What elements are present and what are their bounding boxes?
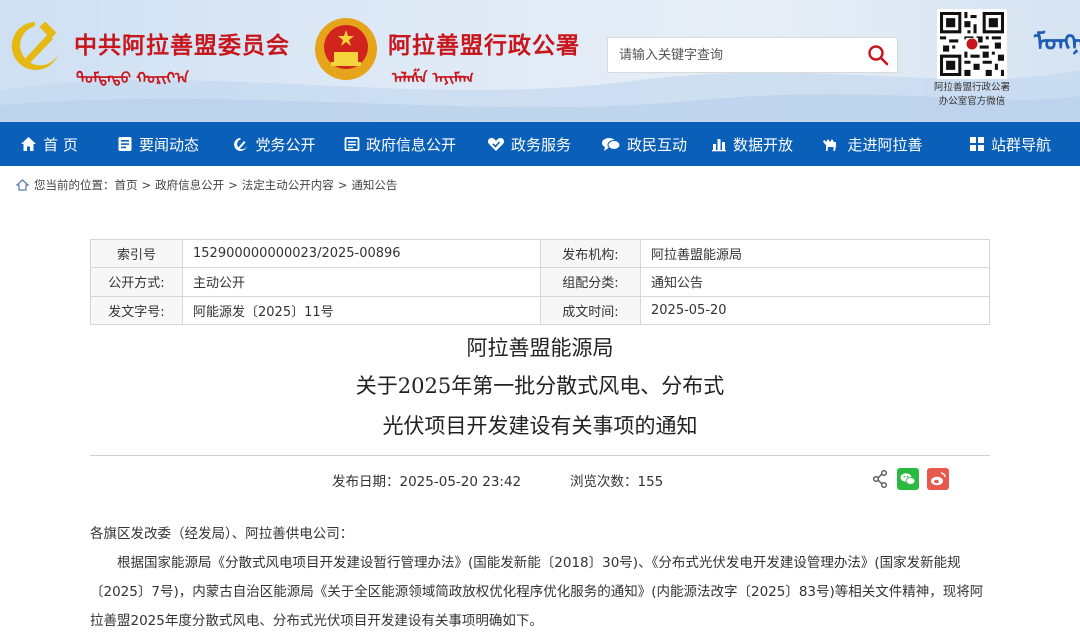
- article-title-line3: 光伏项目开发建设有关事项的通知: [382, 414, 698, 438]
- view-count-label: 浏览次数：: [570, 474, 638, 490]
- camel-icon: [823, 139, 837, 151]
- service-icon: [487, 138, 505, 151]
- publisher-value: 阿拉善盟能源局: [640, 238, 990, 269]
- nav-item-label: 站群导航: [990, 135, 1051, 154]
- nav-item-site-nav[interactable]: 站群导航: [940, 122, 1080, 166]
- weibo-share-button[interactable]: [927, 468, 949, 490]
- search-icon[interactable]: [867, 44, 889, 66]
- wechat-share-button[interactable]: [897, 468, 919, 490]
- breadcrumb: 您当前的位置： 首页 > 政府信息公开 > 法定主动公开内容 > 通知公告: [16, 177, 397, 193]
- doc-number-label: 发文字号:: [90, 295, 183, 325]
- breadcrumb-notices[interactable]: 通知公告: [351, 177, 397, 193]
- category-value: 通知公告: [640, 267, 990, 297]
- nav-item-label: 首 页: [43, 135, 78, 154]
- open-method-value: 主动公开: [182, 267, 541, 297]
- table-row: 发文字号: 阿能源发〔2025〕11号 成文时间: 2025-05-20: [90, 295, 990, 325]
- party-committee-title[interactable]: 中共阿拉善盟委员会: [74, 26, 290, 60]
- category-label: 组配分类:: [540, 267, 641, 297]
- open-method-label: 公开方式:: [90, 267, 183, 297]
- mongolian-script-subtitle: ᠠᠯᠠᠱᠠ ᠠᠶᠢᠮᠠᠭ: [392, 69, 474, 87]
- table-row: 索引号 152900000000023/2025-00896 发布机构: 阿拉善…: [90, 238, 990, 269]
- mongolian-script-title: ᠳᠤᠮᠳᠠᠳᠤ ᠬᠣᠷᠢᠶ᠎ᠠ: [76, 69, 189, 87]
- nav-item-label: 走进阿拉善: [847, 135, 923, 154]
- breadcrumb-separator: >: [337, 178, 348, 192]
- nav-item-label: 政府信息公开: [365, 135, 456, 154]
- gov-info-icon: [344, 137, 360, 151]
- written-date-value: 2025-05-20: [640, 295, 990, 325]
- weibo-icon: [931, 472, 946, 486]
- wechat-qr-code: [937, 9, 1007, 79]
- qr-caption-line1: 阿拉善盟行政公署: [933, 82, 1010, 93]
- title-divider: [90, 455, 990, 456]
- breadcrumb-separator: >: [141, 178, 152, 192]
- site-header: 中共阿拉善盟委员会 ᠳᠤᠮᠳᠠᠳᠤ ᠬᠣᠷᠢᠶ᠎ᠠ 阿拉善盟行政公署 ᠠᠯᠠᠱᠠ…: [0, 0, 1080, 122]
- breadcrumb-separator: >: [228, 178, 238, 192]
- breadcrumb-home[interactable]: 首页: [115, 177, 138, 193]
- nav-item-news[interactable]: 要闻动态: [98, 122, 218, 166]
- national-emblem-icon: [315, 18, 377, 80]
- table-row: 公开方式: 主动公开 组配分类: 通知公告: [90, 267, 990, 297]
- nav-item-about-alxa[interactable]: 走进阿拉善: [804, 122, 940, 166]
- party-icon: [234, 137, 248, 151]
- search-box: [607, 37, 898, 73]
- nav-item-gov-info[interactable]: 政府信息公开: [330, 122, 470, 166]
- body-paragraph: 根据国家能源局《分散式风电项目开发建设暂行管理办法》(国能发新能〔2018〕30…: [90, 555, 984, 629]
- nav-item-interaction[interactable]: 政民互动: [588, 122, 700, 166]
- data-icon: [711, 139, 726, 152]
- party-emblem-icon: [11, 21, 60, 70]
- nav-item-label: 党务公开: [255, 135, 316, 154]
- document-meta-table: 索引号 152900000000023/2025-00896 发布机构: 阿拉善…: [90, 238, 990, 325]
- doc-number-value: 阿能源发〔2025〕11号: [182, 295, 541, 325]
- share-icon[interactable]: [872, 469, 888, 489]
- wechat-icon: [900, 473, 916, 485]
- publish-date: 发布日期：2025-05-20 23:42: [332, 474, 522, 490]
- view-count-value: 155: [637, 474, 664, 490]
- article-title-line2: 关于2025年第一批分散式风电、分布式: [355, 374, 725, 398]
- header-background: [0, 70, 1080, 122]
- gov-office-title[interactable]: 阿拉善盟行政公署: [388, 26, 580, 60]
- breadcrumb-statutory[interactable]: 法定主动公开内容: [242, 177, 334, 193]
- mongolian-language-link[interactable]: ᠮᠣᠩᠭᠣᠯ: [1034, 30, 1080, 80]
- nav-item-data[interactable]: 数据开放: [700, 122, 804, 166]
- article-title-line1: 阿拉善盟能源局: [466, 336, 614, 360]
- home-location-icon: [16, 179, 29, 191]
- breadcrumb-gov-info[interactable]: 政府信息公开: [155, 177, 224, 193]
- view-count: 浏览次数：155: [570, 470, 663, 490]
- search-input[interactable]: [608, 38, 858, 72]
- grid-icon: [969, 137, 984, 151]
- nav-item-label: 政务服务: [510, 135, 571, 154]
- news-icon: [118, 137, 132, 151]
- salutation: 各旗区发改委（经发局）、阿拉善供电公司：: [90, 526, 354, 542]
- publisher-label: 发布机构:: [540, 238, 641, 269]
- nav-item-label: 要闻动态: [138, 135, 199, 154]
- breadcrumb-prefix: 您当前的位置：: [34, 178, 115, 192]
- home-icon: [21, 137, 37, 151]
- nav-item-home[interactable]: 首 页: [0, 122, 98, 166]
- main-nav: 首 页 要闻动态 党务公开 政府信息公开 政务服务 政民互动 数据开放 走进阿拉…: [0, 122, 1080, 166]
- article-body: 各旗区发改委（经发局）、阿拉善供电公司： 根据国家能源局《分散式风电项目开发建设…: [90, 520, 990, 636]
- nav-item-label: 政民互动: [626, 135, 687, 154]
- written-date-label: 成文时间:: [540, 295, 641, 325]
- qr-caption: 阿拉善盟行政公署 办公室官方微信: [922, 81, 1022, 109]
- qr-code-icon: [940, 12, 1004, 76]
- index-label: 索引号: [90, 238, 183, 269]
- nav-item-label: 数据开放: [732, 135, 793, 154]
- index-value: 152900000000023/2025-00896: [182, 238, 541, 269]
- nav-item-party[interactable]: 党务公开: [218, 122, 330, 166]
- nav-item-service[interactable]: 政务服务: [470, 122, 588, 166]
- qr-caption-line2: 办公室官方微信: [938, 96, 1006, 107]
- chat-icon: [601, 138, 621, 151]
